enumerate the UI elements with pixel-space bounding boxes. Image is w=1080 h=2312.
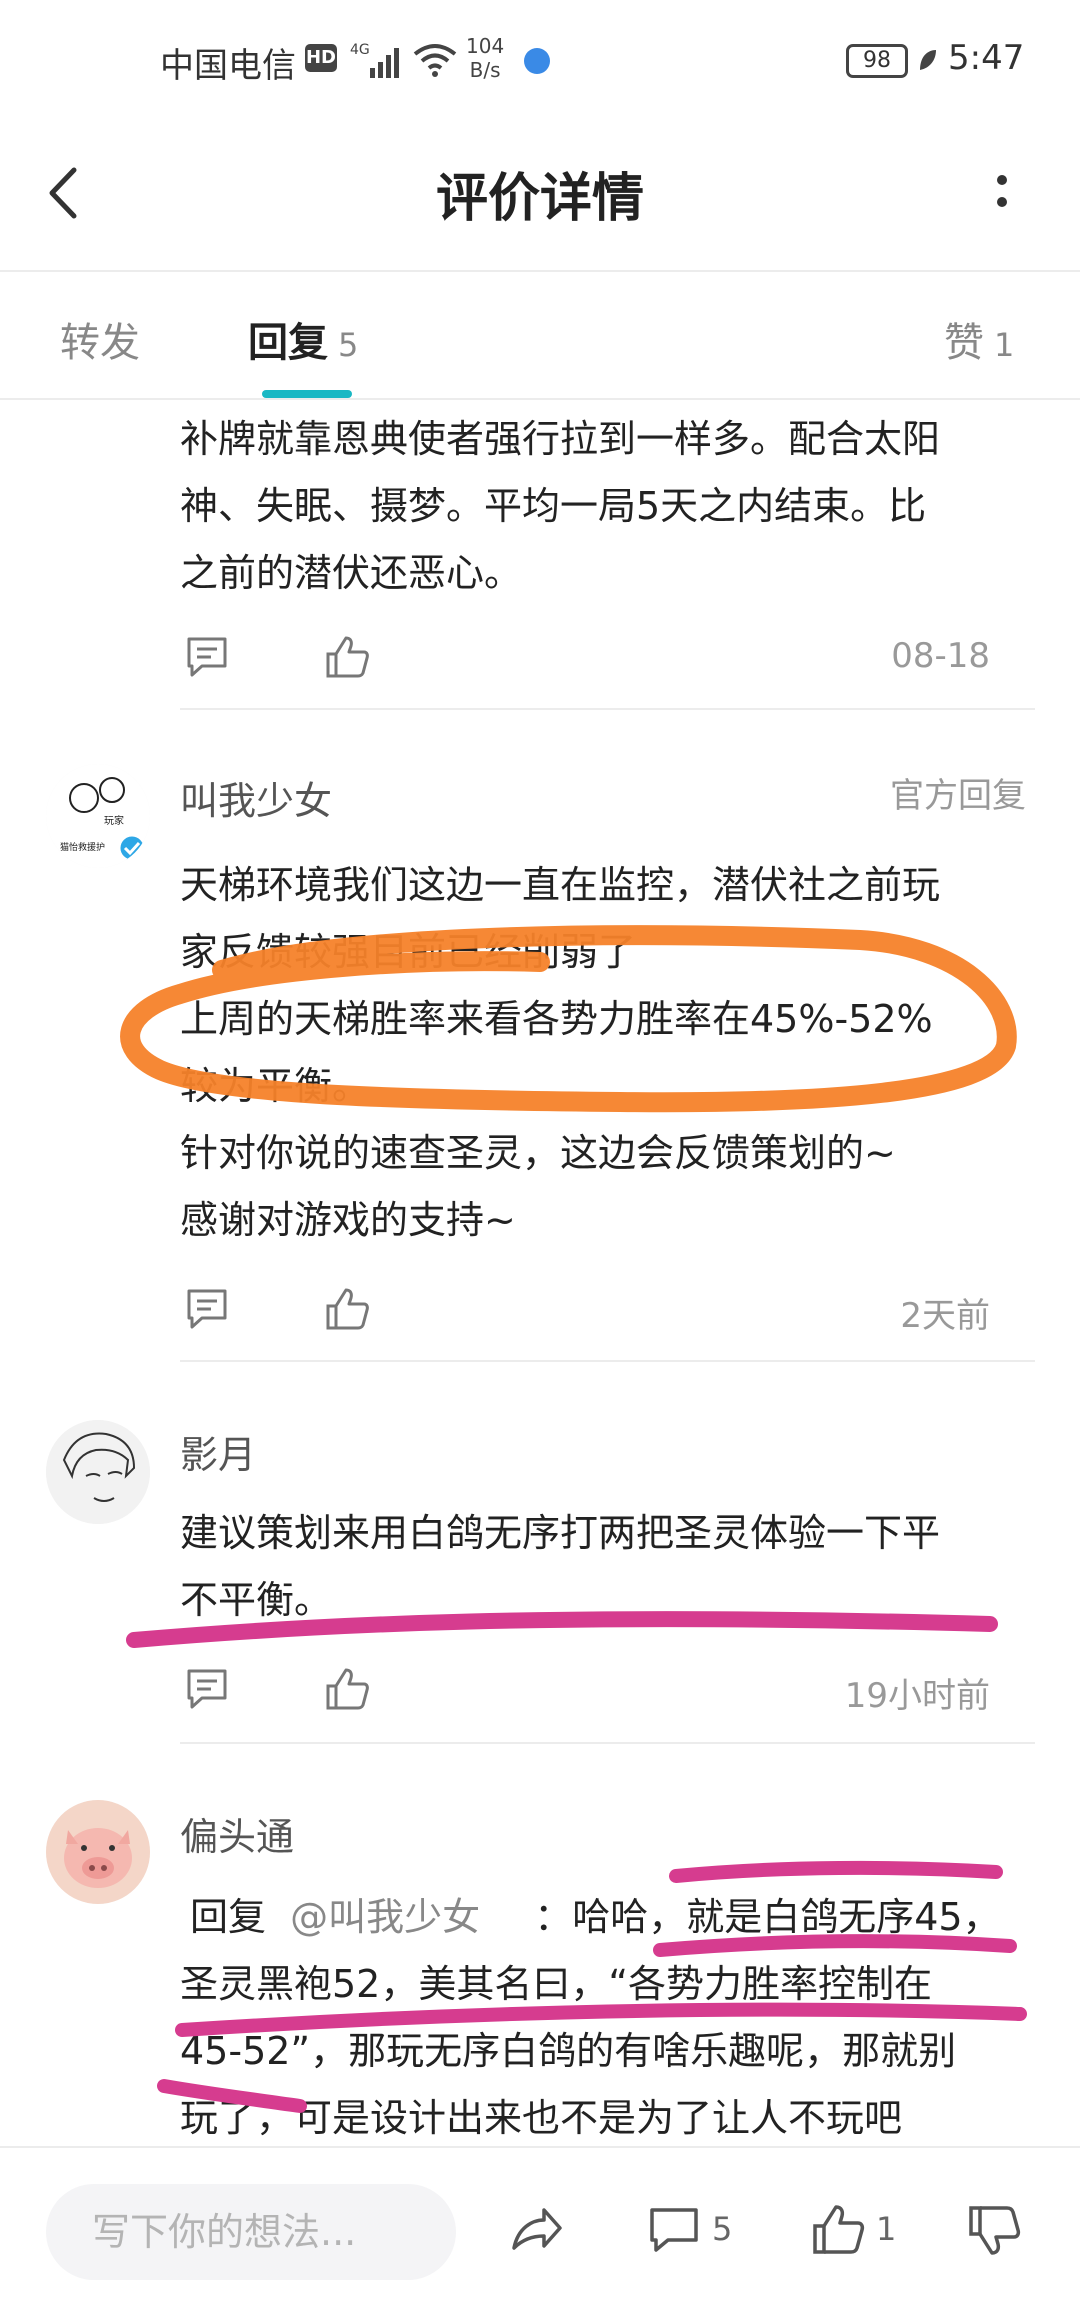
- comment-text: 回复 @叫我少女 ：哈哈，就是白鸽无序45， 圣灵黑袍52，美其名曰，“各势力胜…: [180, 1895, 1001, 2140]
- svg-text:4G: 4G: [350, 42, 370, 58]
- tab-bar: 转发 回复 5 赞1: [0, 272, 1080, 400]
- active-tab-indicator: [262, 390, 352, 398]
- more-options-icon[interactable]: [982, 164, 1022, 224]
- username[interactable]: 偏头通: [180, 1806, 294, 1861]
- svg-text:玩家: 玩家: [104, 814, 124, 827]
- official-reply-badge: 官方回复: [890, 776, 1026, 816]
- avatar[interactable]: [46, 1420, 150, 1524]
- share-icon[interactable]: [508, 2202, 564, 2258]
- avatar[interactable]: [46, 1800, 150, 1904]
- comment-actions: 2天前: [180, 1280, 990, 1336]
- svg-text:猫怡救援护: 猫怡救援护: [60, 841, 105, 853]
- signal-icon: 4G: [350, 42, 399, 78]
- comment-count: 5: [712, 2210, 733, 2248]
- like-icon[interactable]: [324, 1666, 370, 1712]
- leaf-icon: [920, 50, 936, 70]
- divider: [180, 1742, 1035, 1744]
- comment-input[interactable]: 写下你的想法...: [46, 2184, 456, 2280]
- like-icon[interactable]: [324, 1286, 370, 1332]
- mention-link[interactable]: @叫我少女: [290, 1895, 480, 1939]
- avatar[interactable]: 玩家 猫怡救援护: [46, 764, 150, 868]
- username[interactable]: 叫我少女: [180, 770, 332, 825]
- tab-replies[interactable]: 回复 5: [248, 310, 358, 368]
- comment-text: 补牌就靠恩典使者强行拉到一样多。配合太阳 神、失眠、摄梦。平均一局5天之内结束。…: [180, 417, 941, 595]
- reply-prefix: 回复: [190, 1895, 267, 1939]
- wifi-icon: [413, 44, 457, 77]
- username[interactable]: 影月: [180, 1424, 256, 1479]
- hd-badge: HD: [305, 44, 337, 72]
- status-bar: 中国电信 HD 4G 104 B/s 98 5:47: [0, 0, 1080, 120]
- comment-text: 建议策划来用白鸽无序打两把圣灵体验一下平 不平衡。: [180, 1511, 941, 1622]
- dislike-icon[interactable]: [966, 2202, 1022, 2258]
- like-icon[interactable]: [810, 2202, 866, 2258]
- comment-time: 19小时前: [844, 1676, 990, 1716]
- comment-time: 2天前: [900, 1296, 990, 1336]
- carrier-label: 中国电信: [160, 46, 296, 86]
- comment-actions: 19小时前: [180, 1660, 990, 1716]
- pink-underline-mark: [669, 1860, 1003, 1883]
- tab-likes[interactable]: 赞1: [944, 310, 1014, 368]
- tab-forward[interactable]: 转发: [60, 310, 140, 368]
- clock: 5:47: [948, 38, 1025, 78]
- page-title: 评价详情: [435, 169, 644, 229]
- comment-time: 08-18: [891, 636, 990, 676]
- divider: [180, 1360, 1035, 1362]
- top-bar: 评价详情: [0, 120, 1080, 272]
- battery-indicator: 98: [846, 44, 908, 78]
- like-count: 1: [876, 2210, 897, 2248]
- comment-actions: 08-18: [180, 628, 990, 684]
- divider: [180, 708, 1035, 710]
- comment-text: 天梯环境我们这边一直在监控，潜伏社之前玩 家反馈较强目前已经削弱了 上周的天梯胜…: [180, 863, 941, 1242]
- like-icon[interactable]: [324, 634, 370, 680]
- globe-icon: [524, 48, 550, 74]
- reply-icon[interactable]: [184, 1286, 230, 1332]
- comment-icon[interactable]: [646, 2202, 702, 2258]
- reply-icon[interactable]: [184, 1666, 230, 1712]
- bottom-action-bar: 写下你的想法... 5 1: [0, 2146, 1080, 2312]
- reply-icon[interactable]: [184, 634, 230, 680]
- net-speed: 104 B/s: [466, 34, 505, 82]
